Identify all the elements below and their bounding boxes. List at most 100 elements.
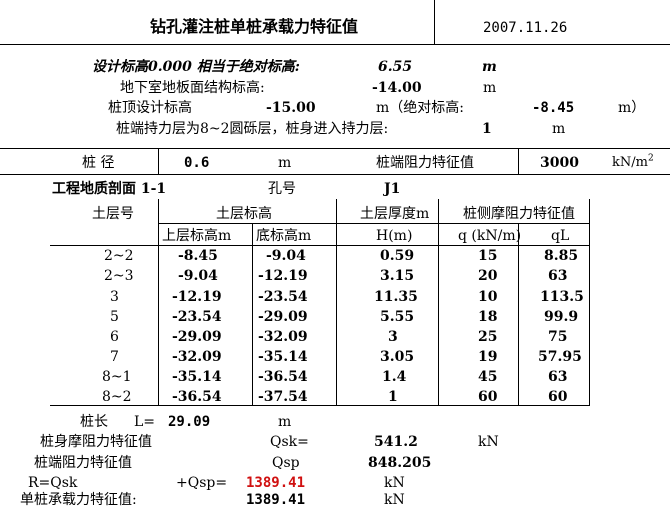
row-2-top: -12.19 [172, 289, 222, 305]
row-5-h: 3.05 [380, 349, 415, 365]
header-friction: 桩侧摩阻力特征值 [463, 206, 575, 222]
header-ql: qL [551, 228, 570, 244]
row-3-bottom: -29.09 [258, 309, 308, 325]
row-3-h: 5.55 [380, 309, 415, 325]
header-top: 上层标高m [162, 228, 232, 244]
shaft-label: 桩身摩阻力特征值 [40, 434, 152, 450]
row-5-top: -32.09 [172, 349, 222, 365]
row-1-h: 3.15 [380, 268, 415, 284]
row-3-ql: 99.9 [544, 309, 579, 325]
row-0-ql: 8.85 [544, 248, 579, 264]
row-6-layer: 8~1 [102, 369, 132, 385]
total-label: R=Qsk [28, 475, 78, 491]
row-0-bottom: -9.04 [266, 248, 306, 264]
pile-top-abs-value: -8.45 [532, 100, 575, 116]
row-3-top: -23.54 [172, 309, 222, 325]
row-4-h: 3 [388, 329, 398, 345]
header-rule-1 [158, 223, 589, 224]
basement-label: 地下室地板面结构标高: [120, 80, 265, 96]
grid-col-6 [589, 199, 590, 405]
diameter-label: 桩 径 [82, 155, 115, 171]
row-5-bottom: -35.14 [258, 349, 308, 365]
row-0-layer: 2~2 [104, 248, 134, 264]
tip-resistance-divider [518, 148, 519, 175]
row-1-bottom: -12.19 [258, 268, 308, 284]
row-6-top: -35.14 [172, 369, 222, 385]
row-7-bottom: -37.54 [258, 389, 308, 405]
single-value: 1389.41 [246, 492, 306, 508]
row-1-q: 20 [478, 268, 498, 284]
design-elevation-unit: m [482, 59, 497, 75]
pile-length-unit: m [278, 414, 292, 430]
tip-symbol: Qsp [272, 455, 300, 471]
tip-resistance-label: 桩端阻力特征值 [376, 155, 474, 171]
pile-top-close: m） [618, 100, 646, 116]
shaft-unit: kN [478, 434, 499, 450]
row-4-bottom: -32.09 [258, 329, 308, 345]
tip-resistance-unit: kN/m2 [612, 153, 654, 170]
grid-col-4 [438, 199, 439, 405]
date: 2007.11.26 [483, 20, 568, 36]
row-2-layer: 3 [110, 289, 119, 305]
row-7-ql: 60 [548, 389, 568, 405]
row-4-layer: 6 [110, 329, 119, 345]
row-7-layer: 8~2 [102, 389, 132, 405]
row-2-bottom: -23.54 [258, 289, 308, 305]
row-2-h: 11.35 [374, 289, 418, 305]
total-value: 1389.41 [246, 475, 306, 491]
total-plus: +Qsp= [176, 475, 228, 491]
header-q: q (kN/m) [458, 228, 522, 244]
single-unit: kN [384, 492, 405, 508]
row-1-top: -9.04 [178, 268, 218, 284]
row-5-ql: 57.95 [538, 349, 582, 365]
row-7-top: -36.54 [172, 389, 222, 405]
row-6-q: 45 [478, 369, 498, 385]
tip-resistance-value: 3000 [540, 155, 579, 171]
pile-top-value: -15.00 [266, 100, 316, 116]
bearing-label: 桩端持力层为8~2圆砾层，桩身进入持力层: [116, 121, 389, 137]
sheet-title: 钻孔灌注桩单桩承载力特征值 [150, 17, 359, 36]
pile-length-eq: L= [134, 414, 156, 430]
tip-value: 848.205 [368, 455, 432, 471]
tip-label: 桩端阻力特征值 [34, 455, 132, 471]
grid-col-3 [336, 199, 337, 405]
basement-value: -14.00 [372, 80, 422, 96]
grid-col-2 [252, 223, 253, 405]
row-5-layer: 7 [110, 349, 119, 365]
title-divider [434, 0, 435, 45]
shaft-value: 541.2 [374, 434, 418, 450]
row-0-q: 15 [478, 248, 498, 264]
row-4-top: -29.09 [172, 329, 222, 345]
row-1-layer: 2~3 [104, 268, 134, 284]
total-unit: kN [384, 475, 405, 491]
pile-top-label: 桩顶设计标高 [108, 100, 192, 116]
design-elevation-label: 设计标高0.000 相当于绝对标高: [92, 59, 300, 75]
diameter-divider [158, 148, 159, 175]
row-2-ql: 113.5 [540, 289, 584, 305]
row-3-layer: 5 [110, 309, 119, 325]
spreadsheet: 钻孔灌注桩单桩承载力特征值 2007.11.26 设计标高0.000 相当于绝对… [0, 0, 670, 508]
header-rule-2 [50, 245, 590, 246]
diameter-row-bottom [0, 174, 670, 175]
row-7-q: 60 [478, 389, 498, 405]
basement-unit: m [483, 80, 497, 96]
pile-top-abs-label: m（绝对标高: [376, 100, 464, 116]
row-6-bottom: -36.54 [258, 369, 308, 385]
design-elevation-value: 6.55 [378, 59, 413, 75]
header-thickness: 土层厚度m [360, 206, 430, 222]
header-h: H(m) [376, 228, 413, 244]
hole-value: J1 [384, 181, 401, 197]
row-1-ql: 63 [548, 268, 568, 284]
row-7-h: 1 [388, 389, 398, 405]
profile-label: 工程地质剖面 1-1 [52, 181, 167, 197]
diameter-value: 0.6 [184, 155, 210, 171]
row-4-q: 25 [478, 329, 498, 345]
row-6-ql: 63 [548, 369, 568, 385]
grid-col-1 [158, 199, 159, 405]
row-4-ql: 75 [548, 329, 568, 345]
header-layer: 土层号 [92, 206, 134, 222]
shaft-symbol: Qsk= [270, 434, 309, 450]
row-5-q: 19 [478, 349, 498, 365]
pile-length-label: 桩长 [80, 414, 108, 430]
row-2-q: 10 [478, 289, 498, 305]
